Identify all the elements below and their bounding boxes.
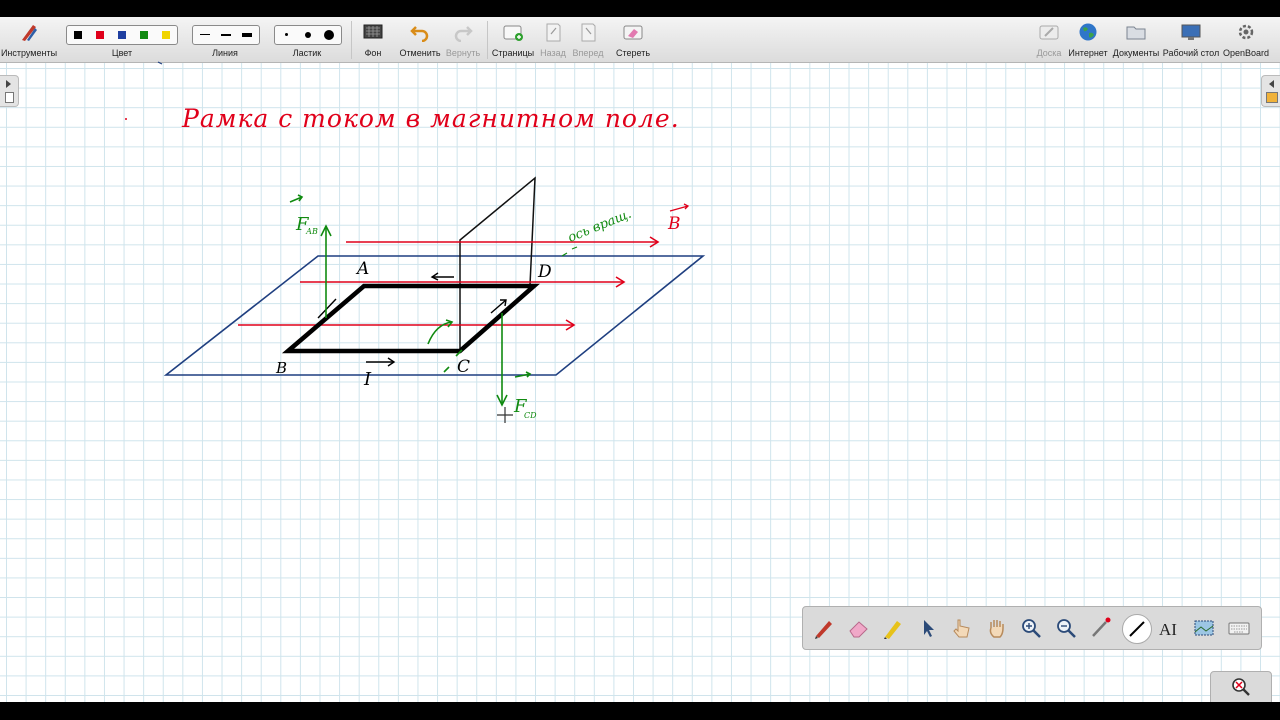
current-loop xyxy=(281,283,540,354)
line-tool-button[interactable] xyxy=(1122,614,1152,644)
magnetic-plane xyxy=(163,255,706,376)
zoom-out-icon[interactable] xyxy=(1054,616,1078,640)
rotated-plane-outline xyxy=(459,176,536,352)
current-label: I xyxy=(363,369,372,390)
keyboard-icon[interactable] xyxy=(1227,616,1251,640)
eraser-icon[interactable] xyxy=(847,616,871,640)
field-lines xyxy=(238,236,660,331)
field-label: B xyxy=(667,214,681,234)
vertex-d-label: D xyxy=(537,262,552,282)
vertex-c-label: C xyxy=(457,357,470,377)
hand-icon[interactable] xyxy=(985,616,1009,640)
rotation-axis-label: ось вращ. xyxy=(566,207,634,246)
zoom-in-icon[interactable] xyxy=(1019,616,1043,640)
force-ab-subscript: АВ xyxy=(305,227,318,236)
force-vectors xyxy=(289,194,532,407)
pen-icon[interactable] xyxy=(812,616,836,640)
text-icon[interactable]: AI xyxy=(1158,616,1182,640)
field-vector-bar xyxy=(669,203,690,212)
laser-pointer-icon[interactable] xyxy=(1089,616,1113,640)
window-bottom-bar xyxy=(0,702,1280,720)
force-cd-subscript: CD xyxy=(524,411,537,420)
zoom-panel xyxy=(1210,671,1272,703)
line-icon xyxy=(1129,621,1145,637)
interact-icon[interactable] xyxy=(950,616,974,640)
vertex-b-label: B xyxy=(275,359,287,377)
zoom-reset-icon[interactable] xyxy=(1230,676,1252,698)
rotation-axis-dash xyxy=(561,246,578,257)
board-title: Рамка с током в магнитном поле. xyxy=(181,104,680,133)
ink-dot xyxy=(125,118,127,120)
svg-text:AI: AI xyxy=(1159,620,1177,639)
vertex-a-label: A xyxy=(355,259,369,279)
stylus-palette: AI xyxy=(802,606,1262,650)
ink-mark xyxy=(157,61,163,65)
selector-icon[interactable] xyxy=(916,616,940,640)
cursor-crosshair-icon xyxy=(497,407,513,423)
marker-icon[interactable] xyxy=(881,616,905,640)
capture-icon[interactable] xyxy=(1192,616,1216,640)
